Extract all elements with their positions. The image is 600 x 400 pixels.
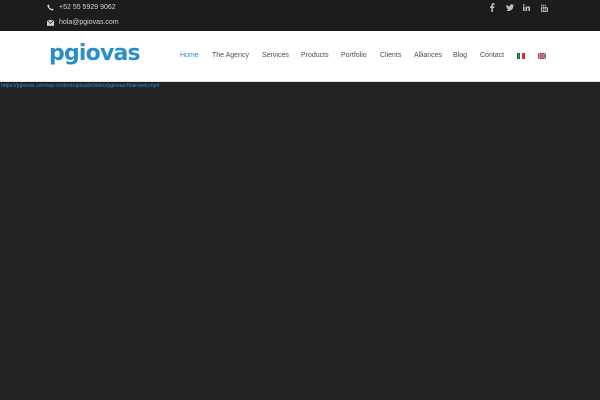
phone-contact[interactable]: +52 55 5929 9062: [47, 3, 116, 12]
twitter-link[interactable]: [506, 3, 514, 12]
uk-flag-icon[interactable]: [538, 53, 546, 59]
nav-home[interactable]: Home: [180, 50, 199, 62]
nav-the-agency[interactable]: The Agency: [212, 50, 249, 62]
facebook-link[interactable]: [489, 3, 495, 12]
phone-number: +52 55 5929 9062: [59, 4, 116, 11]
nav-services[interactable]: Services: [262, 50, 289, 62]
youtube-icon: [541, 3, 548, 12]
nav-products[interactable]: Products: [301, 50, 329, 62]
youtube-link[interactable]: [541, 3, 548, 12]
email-contact[interactable]: hola@pgiovas.com: [47, 18, 119, 27]
nav-blog[interactable]: Blog: [453, 50, 467, 62]
video-source-link[interactable]: https://pgiovas.com/wp-content/uploads/v…: [1, 83, 159, 89]
twitter-icon: [506, 4, 514, 11]
phone-icon: [47, 4, 54, 11]
envelope-icon: [47, 19, 54, 26]
mexico-flag-icon[interactable]: [517, 53, 525, 59]
email-address: hola@pgiovas.com: [59, 19, 119, 26]
facebook-icon: [490, 3, 495, 12]
nav-clients[interactable]: Clients: [380, 50, 401, 62]
nav-alliances[interactable]: Alliances: [414, 50, 442, 62]
site-header: pgiovas Home The Agency Services Product…: [0, 31, 600, 82]
linkedin-link[interactable]: [523, 3, 530, 12]
nav-portfolio[interactable]: Portfolio: [341, 50, 367, 62]
top-bar: +52 55 5929 9062 hola@pgiovas.com: [0, 0, 600, 31]
nav-contact[interactable]: Contact: [480, 50, 504, 62]
linkedin-icon: [523, 4, 530, 11]
site-logo[interactable]: pgiovas: [49, 41, 141, 67]
video-area[interactable]: https://pgiovas.com/wp-content/uploads/v…: [0, 82, 600, 400]
